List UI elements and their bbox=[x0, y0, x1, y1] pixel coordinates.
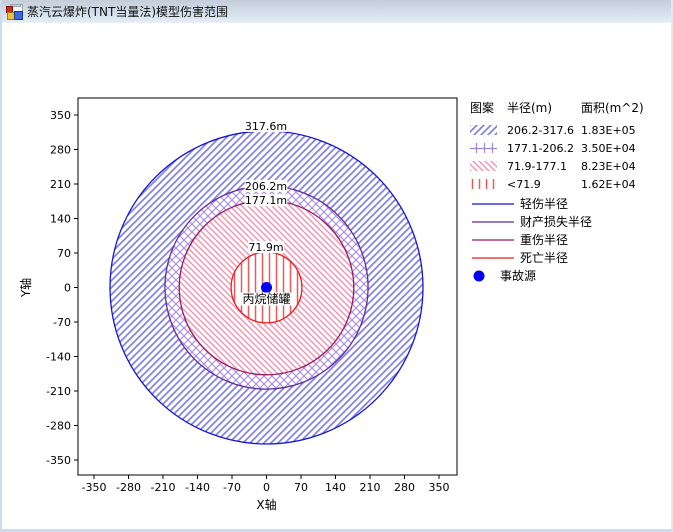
legend-line-label: 死亡半径 bbox=[520, 251, 568, 265]
y-tick-label: 0 bbox=[64, 282, 71, 295]
legend-radius-range: 177.1-206.2 bbox=[507, 142, 574, 155]
x-tick-label: -70 bbox=[223, 481, 241, 494]
radius-annotation-177.1: 177.1m bbox=[245, 194, 287, 207]
x-tick-label: 70 bbox=[294, 481, 308, 494]
legend-header-pattern: 图案 bbox=[470, 100, 494, 115]
form-icon bbox=[6, 3, 23, 20]
y-tick-label: -350 bbox=[46, 454, 71, 467]
chart-panel: 丙烷储罐 317.6m 206.2m 177.1m 71.9m -350 -280 -210-… bbox=[2, 23, 671, 529]
x-tick-label: 140 bbox=[325, 481, 346, 494]
model-damage-range-window: 蒸汽云爆炸(TNT当量法)模型伤害范围 丙烷储罐 317.6m 206.2m 177.… bbox=[0, 0, 673, 532]
legend-source-dot bbox=[473, 270, 485, 282]
legend-header-area: 面积(m^2) bbox=[581, 101, 644, 115]
x-tick-label: 280 bbox=[394, 481, 415, 494]
legend-line-label: 轻伤半径 bbox=[520, 197, 568, 211]
legend-area-value: 8.23E+04 bbox=[581, 160, 636, 173]
legend-area-value: 1.83E+05 bbox=[581, 124, 636, 137]
y-tick-label: -280 bbox=[46, 420, 71, 433]
x-tick-label: -140 bbox=[185, 481, 210, 494]
legend-radius-range: <71.9 bbox=[507, 178, 541, 191]
x-axis-label: X轴 bbox=[256, 497, 276, 512]
legend-swatch-206.2 bbox=[470, 143, 497, 153]
legend-area-value: 1.62E+04 bbox=[581, 178, 636, 191]
legend-area-value: 3.50E+04 bbox=[581, 142, 636, 155]
title-bar[interactable]: 蒸汽云爆炸(TNT当量法)模型伤害范围 bbox=[2, 0, 671, 23]
y-axis-label: Y轴 bbox=[18, 278, 33, 298]
legend-line-label: 财产损失半径 bbox=[520, 214, 592, 229]
y-tick-label: -140 bbox=[46, 351, 71, 364]
y-tick-label: 210 bbox=[50, 178, 71, 191]
legend-header-radius: 半径(m) bbox=[507, 101, 552, 115]
legend-swatch-177.1 bbox=[470, 161, 497, 171]
x-tick-label: 210 bbox=[360, 481, 381, 494]
radius-annotation-206.2: 206.2m bbox=[245, 180, 287, 193]
x-tick-label: 350 bbox=[429, 481, 450, 494]
damage-range-chart: 丙烷储罐317.6m206.2m177.1m71.9m-350 -280 -210-… bbox=[18, 97, 644, 512]
legend-source-label: 事故源 bbox=[500, 268, 536, 283]
legend-radius-range: 206.2-317.6 bbox=[507, 124, 574, 137]
x-tick-label: 0 bbox=[263, 481, 270, 494]
y-tick-label: 140 bbox=[50, 212, 71, 225]
y-tick-label: 70 bbox=[57, 247, 71, 260]
legend-line-label: 重伤半径 bbox=[520, 233, 568, 247]
y-tick-label: 280 bbox=[50, 143, 71, 156]
y-tick-label: 350 bbox=[50, 109, 71, 122]
radius-annotation-317.6: 317.6m bbox=[245, 120, 287, 133]
y-tick-label: -210 bbox=[46, 385, 71, 398]
window-title: 蒸汽云爆炸(TNT当量法)模型伤害范围 bbox=[27, 4, 229, 19]
x-tick-label: -280 bbox=[116, 481, 141, 494]
x-tick-label: -210 bbox=[151, 481, 176, 494]
legend-swatch-317.6 bbox=[470, 125, 497, 135]
radius-annotation-71.9: 71.9m bbox=[248, 241, 283, 254]
center-label: 丙烷储罐 bbox=[242, 291, 290, 306]
legend-swatch-71.9 bbox=[470, 179, 497, 189]
y-tick-label: -70 bbox=[53, 316, 71, 329]
x-tick-label: -350 bbox=[82, 481, 107, 494]
legend-radius-range: 71.9-177.1 bbox=[507, 160, 567, 173]
